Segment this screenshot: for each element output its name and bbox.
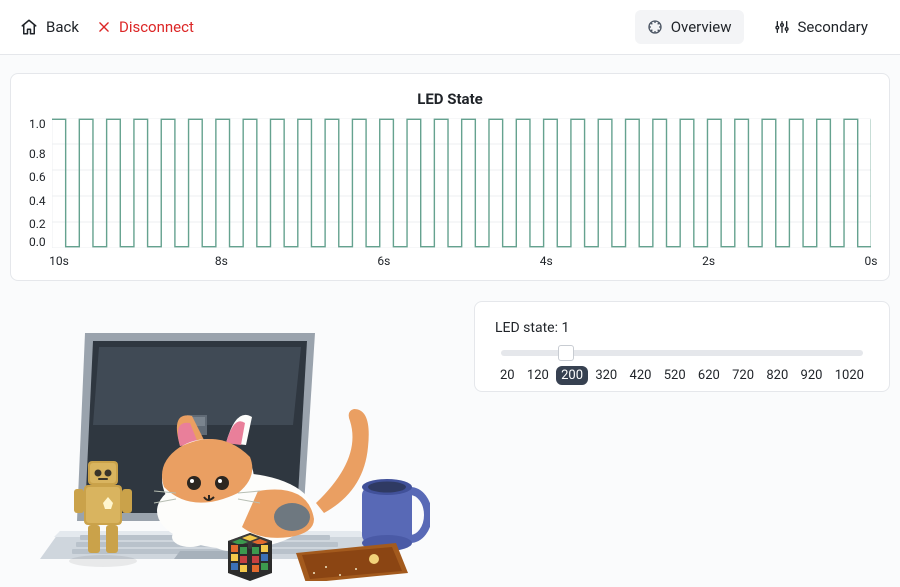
slider-mark[interactable]: 120 [522, 366, 554, 385]
tab-secondary-label: Secondary [798, 18, 868, 36]
x-tick: 2s [702, 254, 715, 268]
slider-mark[interactable]: 420 [625, 366, 657, 385]
content: LED State 1.0 0.8 0.6 0.4 0.2 0.0 10s 8s 6… [0, 55, 900, 581]
disconnect-button[interactable]: Disconnect [97, 18, 194, 36]
back-button[interactable]: Back [20, 18, 79, 36]
dashboard-icon [647, 19, 663, 35]
y-tick: 0.2 [29, 218, 46, 230]
topbar: Back Disconnect Overview Secondary [0, 0, 900, 55]
slider-mark[interactable]: 520 [659, 366, 691, 385]
slider-mark[interactable]: 720 [727, 366, 759, 385]
y-tick: 0.6 [29, 171, 46, 183]
disconnect-label: Disconnect [119, 18, 194, 36]
x-tick: 4s [540, 254, 553, 268]
home-icon [20, 18, 38, 36]
y-tick: 0.8 [29, 148, 46, 160]
slider-mark[interactable]: 200 [556, 366, 588, 385]
chart-plot [52, 118, 871, 248]
illustration [10, 301, 450, 581]
chart-title: LED State [29, 90, 871, 108]
slider-marks: 201202003204205206207208209201020 [495, 366, 869, 385]
sliders-icon [774, 19, 790, 35]
y-axis: 1.0 0.8 0.6 0.4 0.2 0.0 [29, 118, 52, 248]
slider-mark[interactable]: 620 [693, 366, 725, 385]
chart-card: LED State 1.0 0.8 0.6 0.4 0.2 0.0 10s 8s 6… [10, 73, 890, 281]
x-tick: 0s [865, 254, 878, 268]
back-label: Back [46, 18, 79, 36]
slider-mark[interactable]: 920 [796, 366, 828, 385]
y-tick: 0.0 [29, 236, 46, 248]
y-tick: 1.0 [29, 118, 46, 130]
topbar-left: Back Disconnect [20, 18, 194, 36]
x-tick: 8s [215, 254, 228, 268]
x-tick: 10s [49, 254, 69, 268]
x-axis: 10s8s6s4s2s0s [59, 254, 871, 272]
tab-overview-label: Overview [671, 18, 732, 36]
slider-track[interactable] [501, 350, 863, 356]
slider-mark[interactable]: 320 [590, 366, 622, 385]
slider-mark[interactable]: 820 [761, 366, 793, 385]
tab-secondary[interactable]: Secondary [762, 10, 880, 44]
close-icon [97, 20, 111, 34]
slider-card: LED state: 1 201202003204205206207208209… [474, 301, 890, 392]
slider-label: LED state: 1 [495, 320, 869, 336]
tab-overview[interactable]: Overview [635, 10, 744, 44]
topbar-right: Overview Secondary [635, 10, 880, 44]
x-tick: 6s [377, 254, 390, 268]
slider-mark[interactable]: 20 [495, 366, 520, 385]
slider-mark[interactable]: 1020 [830, 366, 869, 385]
slider-thumb[interactable] [558, 345, 574, 361]
y-tick: 0.4 [29, 195, 46, 207]
